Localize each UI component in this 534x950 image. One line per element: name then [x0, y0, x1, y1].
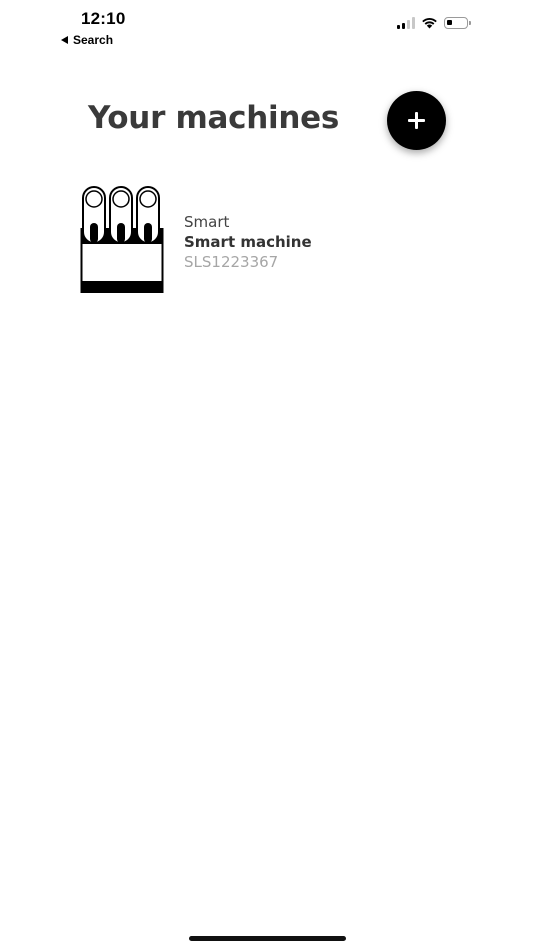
cellular-signal-icon: [397, 17, 415, 29]
back-arrow-icon: [61, 36, 68, 44]
add-machine-button[interactable]: [387, 91, 446, 150]
battery-icon: [444, 17, 471, 29]
status-bar: 12:10 Search: [0, 0, 534, 56]
back-to-search-link[interactable]: Search: [61, 33, 113, 47]
machine-name: Smart machine: [184, 233, 312, 251]
machine-illustration-icon: [80, 186, 164, 293]
status-icons: [397, 17, 471, 29]
machine-list-item[interactable]: Smart Smart machine SLS1223367: [80, 185, 440, 295]
wifi-icon: [422, 18, 437, 29]
battery-fill: [447, 20, 452, 25]
machine-brand: Smart: [184, 213, 230, 231]
machine-serial: SLS1223367: [184, 253, 279, 271]
back-link-label: Search: [73, 33, 114, 47]
home-indicator[interactable]: [189, 936, 346, 941]
status-time: 12:10: [81, 9, 126, 28]
machine-details: Smart Smart machine SLS1223367: [184, 212, 312, 272]
page-title: Your machines: [88, 100, 339, 136]
